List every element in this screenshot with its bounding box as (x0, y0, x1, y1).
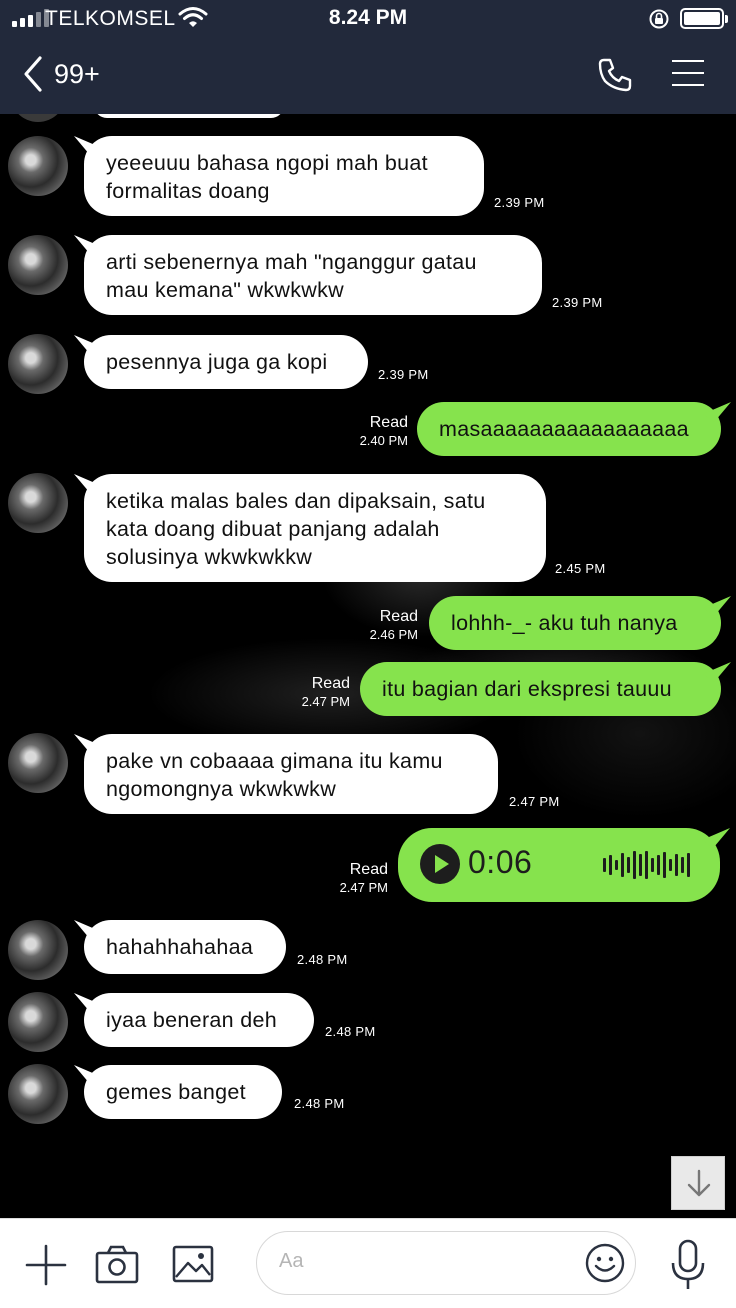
message-bubble[interactable]: hahahhahahaa (84, 920, 286, 974)
plus-icon[interactable] (24, 1243, 68, 1287)
message-time: 2.39 PM (494, 195, 545, 210)
voice-message[interactable]: 0:06 (398, 828, 720, 902)
read-label: Read (311, 675, 350, 692)
message-text: iyaa beneran deh (106, 1008, 277, 1032)
message-bubble-outgoing[interactable]: masaaaaaaaaaaaaaaaaa (417, 402, 721, 456)
status-bar: TELKOMSEL 8.24 PM (0, 0, 736, 38)
message-bubble[interactable]: arti sebenernya mah "nganggur gatau mau … (84, 235, 542, 315)
message-time: 2.45 PM (555, 561, 606, 576)
read-label: Read (369, 414, 408, 431)
avatar[interactable] (8, 920, 68, 980)
message-input-field[interactable] (256, 1231, 636, 1295)
camera-icon[interactable] (95, 1245, 139, 1285)
read-receipt: Read 2.47 PM (320, 861, 388, 895)
avatar (10, 114, 66, 122)
chat-header: 99+ (0, 38, 736, 114)
image-icon[interactable] (172, 1245, 214, 1283)
avatar[interactable] (8, 733, 68, 793)
message-time: 2.47 PM (301, 694, 350, 709)
phone-icon[interactable] (596, 56, 634, 94)
message-text: lohhh-_- aku tuh nanya (451, 611, 678, 635)
avatar[interactable] (8, 334, 68, 394)
message-text: arti sebenernya mah "nganggur gatau mau … (106, 250, 477, 302)
battery-icon (680, 8, 728, 29)
avatar[interactable] (8, 235, 68, 295)
message-time: 2.48 PM (294, 1096, 345, 1111)
chat-area[interactable]: yeeeuuu bahasa ngopi mah buat formalitas… (0, 114, 736, 1218)
message-bubble[interactable]: pake vn cobaaaa gimana itu kamu ngomongn… (84, 734, 498, 814)
play-icon[interactable] (420, 844, 460, 884)
message-bubble-outgoing[interactable]: lohhh-_- aku tuh nanya (429, 596, 721, 650)
message-bubble (94, 114, 284, 118)
message-time: 2.39 PM (552, 295, 603, 310)
emoji-icon[interactable] (583, 1241, 627, 1285)
status-time: 8.24 PM (328, 6, 408, 29)
read-label: Read (379, 608, 418, 625)
read-receipt: Read 2.46 PM (350, 608, 418, 642)
read-receipt: Read 2.47 PM (282, 675, 350, 709)
read-label: Read (349, 861, 388, 878)
message-bubble[interactable]: pesennya juga ga kopi (84, 335, 368, 389)
voice-duration: 0:06 (468, 844, 533, 880)
arrow-down-icon (687, 1169, 711, 1197)
back-chevron-icon[interactable] (20, 54, 50, 94)
avatar[interactable] (8, 136, 68, 196)
message-time: 2.39 PM (378, 367, 429, 382)
message-bubble[interactable]: ketika malas bales dan dipaksain, satu k… (84, 474, 546, 582)
message-text: pesennya juga ga kopi (106, 350, 328, 374)
message-text: masaaaaaaaaaaaaaaaaa (439, 417, 689, 441)
top-bar: TELKOMSEL 8.24 PM 99+ (0, 0, 736, 114)
message-text: hahahhahahaa (106, 935, 254, 959)
message-time: 2.47 PM (339, 880, 388, 895)
message-time: 2.40 PM (359, 433, 408, 448)
message-text: ketika malas bales dan dipaksain, satu k… (106, 489, 486, 569)
message-bubble-outgoing[interactable]: itu bagian dari ekspresi tauuu (360, 662, 721, 716)
message-time: 2.47 PM (509, 794, 560, 809)
message-time: 2.46 PM (369, 627, 418, 642)
read-receipt: Read 2.40 PM (340, 414, 408, 448)
message-composer (0, 1218, 736, 1308)
message-text: yeeeuuu bahasa ngopi mah buat formalitas… (106, 151, 428, 203)
message-time: 2.48 PM (325, 1024, 376, 1039)
message-bubble[interactable]: yeeeuuu bahasa ngopi mah buat formalitas… (84, 136, 484, 216)
avatar[interactable] (8, 1064, 68, 1124)
message-text: itu bagian dari ekspresi tauuu (382, 677, 672, 701)
menu-icon[interactable] (672, 60, 704, 88)
rotation-lock-icon (649, 9, 669, 29)
message-bubble[interactable]: gemes banget (84, 1065, 282, 1119)
waveform-icon (603, 850, 690, 880)
message-input[interactable] (279, 1250, 579, 1273)
unread-count[interactable]: 99+ (54, 59, 100, 90)
avatar[interactable] (8, 473, 68, 533)
message-text: pake vn cobaaaa gimana itu kamu ngomongn… (106, 749, 443, 801)
message-text: gemes banget (106, 1080, 246, 1104)
message-bubble[interactable]: iyaa beneran deh (84, 993, 314, 1047)
scroll-down-button[interactable] (671, 1156, 725, 1210)
message-time: 2.48 PM (297, 952, 348, 967)
microphone-icon[interactable] (668, 1239, 708, 1291)
avatar[interactable] (8, 992, 68, 1052)
